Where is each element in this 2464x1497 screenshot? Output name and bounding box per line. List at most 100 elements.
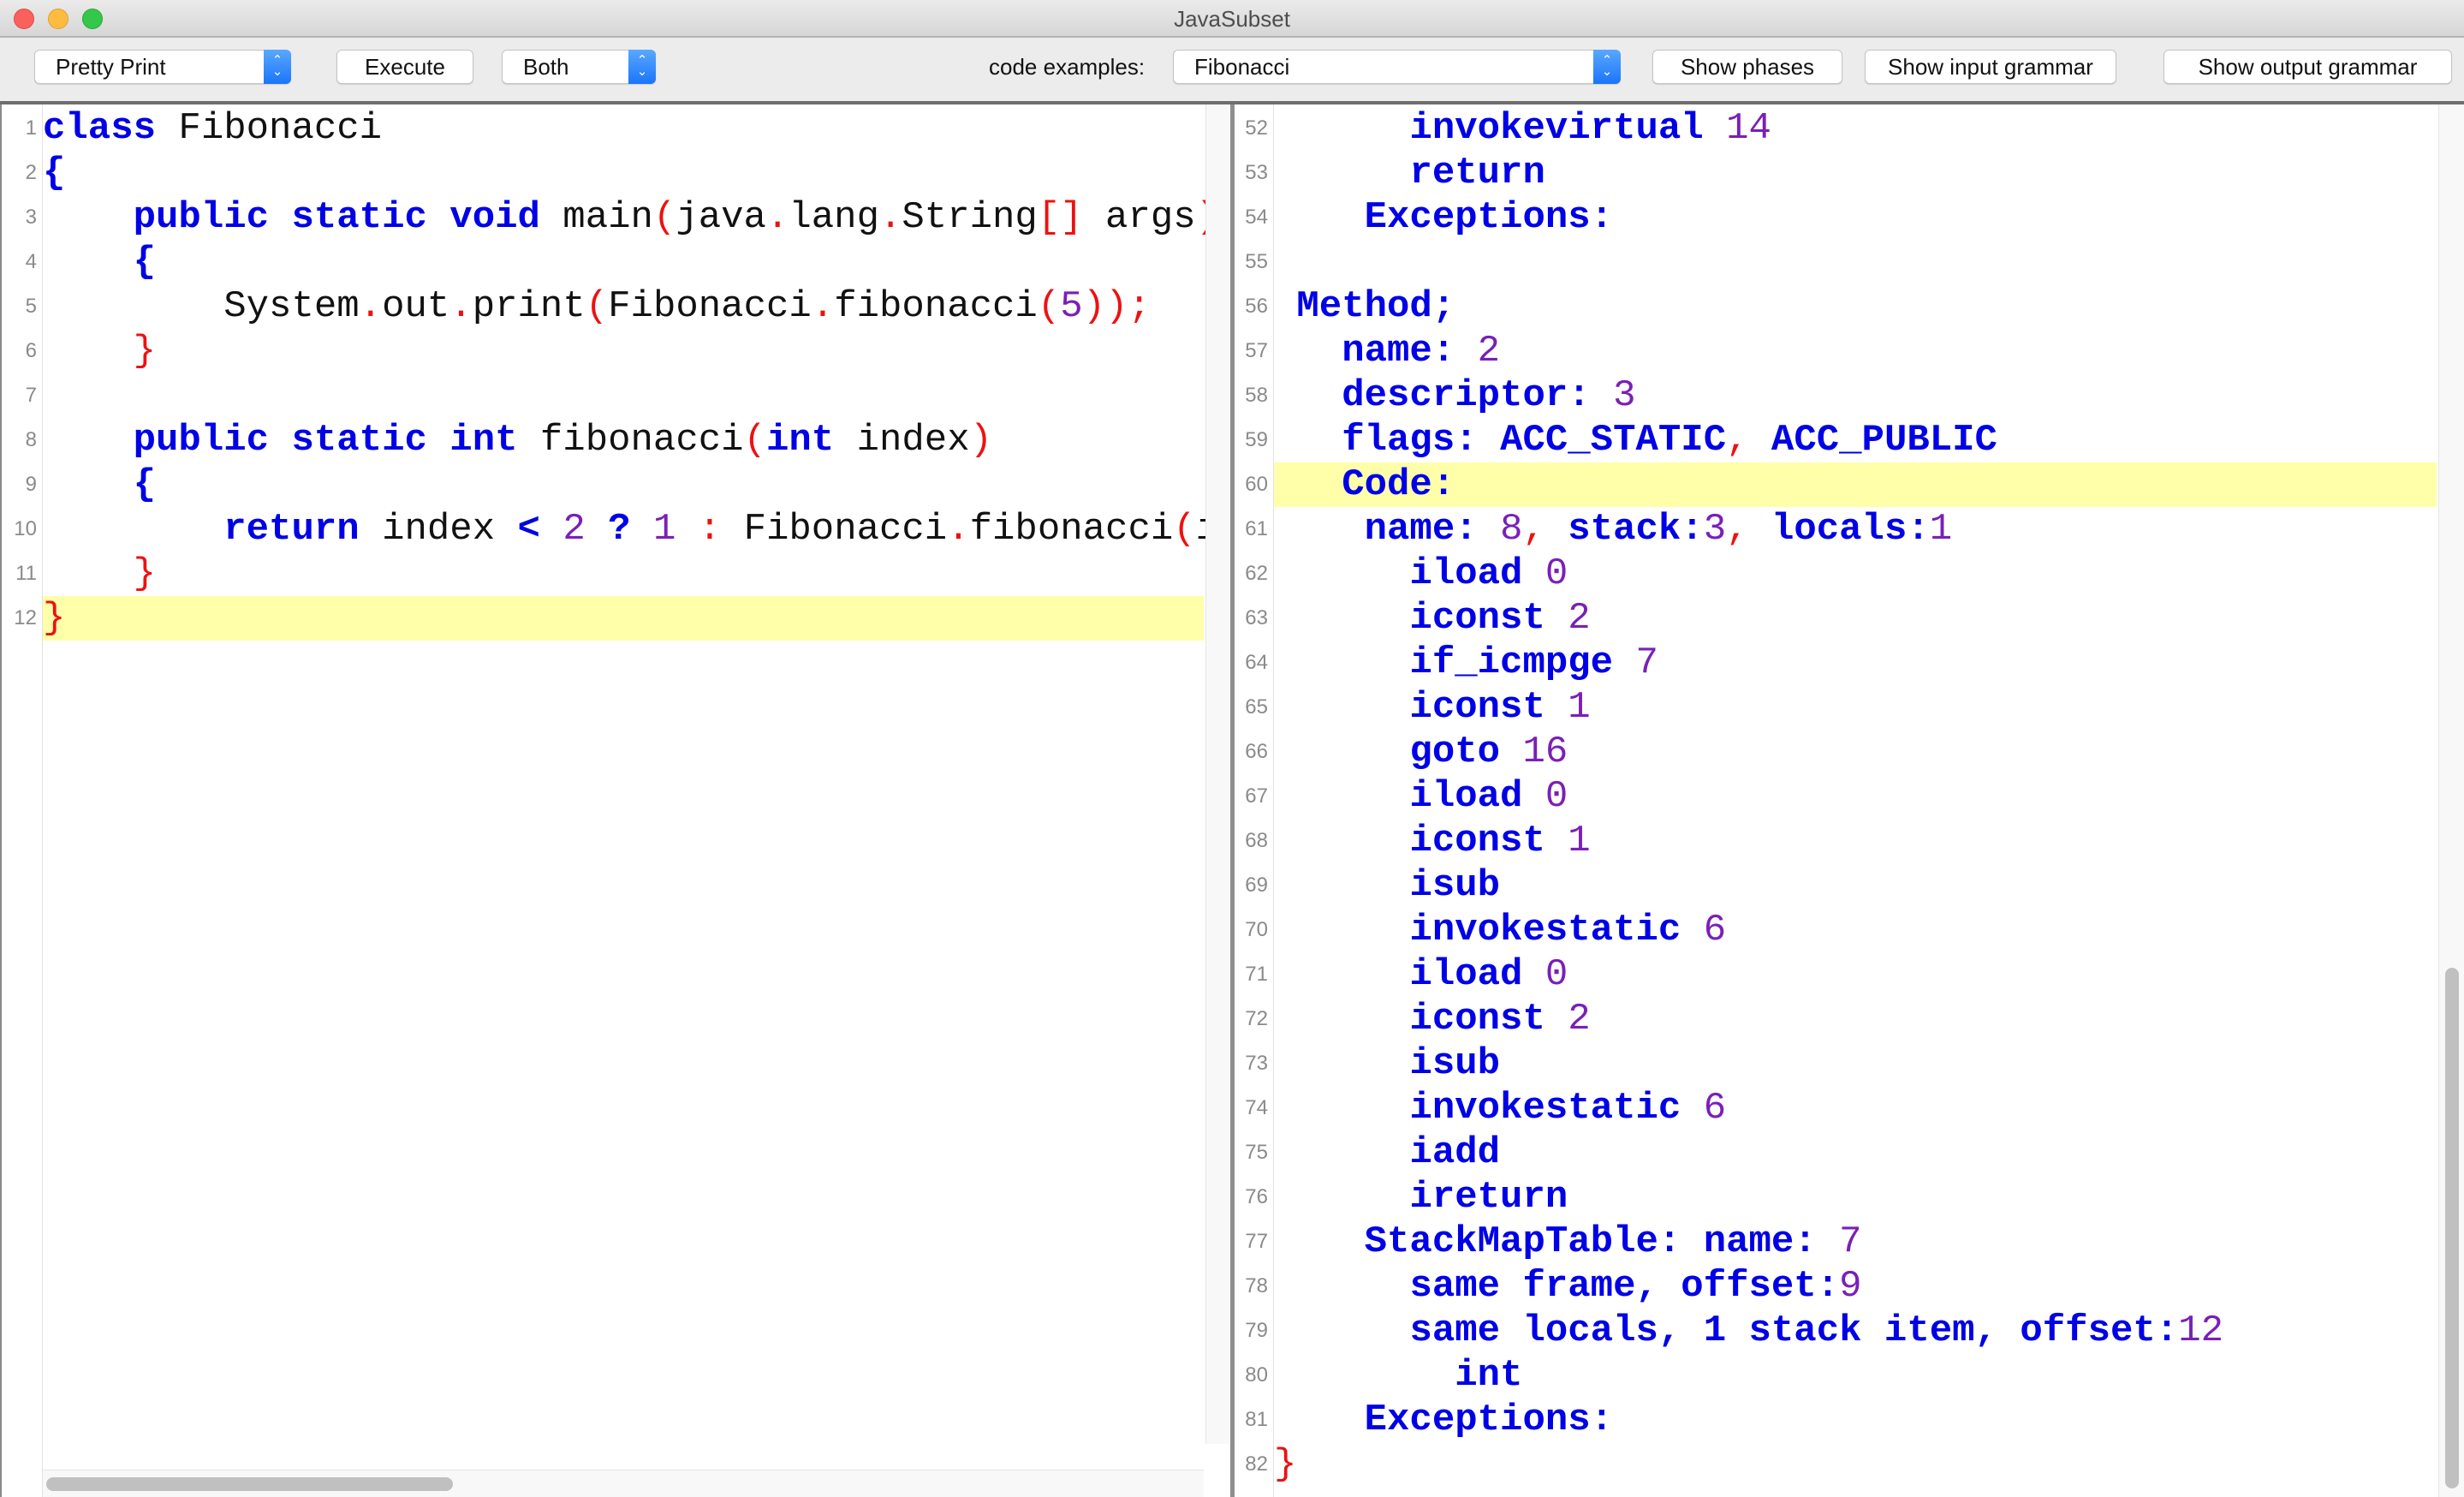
code-line[interactable]: } (43, 552, 1204, 596)
code-line[interactable]: { (43, 462, 1204, 507)
code-line[interactable] (1274, 240, 2437, 284)
code-line[interactable]: Exceptions: (1274, 195, 2437, 240)
code-line[interactable]: System.out.print(Fibonacci.fibonacci(5))… (43, 284, 1204, 329)
code-line[interactable]: same frame, offset:9 (1274, 1264, 2437, 1309)
code-token-num: 2 (1568, 998, 1591, 1041)
code-line[interactable]: invokestatic 6 (1274, 908, 2437, 952)
code-line[interactable]: if_icmpge 7 (1274, 641, 2437, 685)
code-line[interactable]: class Fibonacci (43, 106, 1204, 151)
code-line[interactable]: { (43, 151, 1204, 195)
vertical-scroll-thumb[interactable] (2445, 968, 2459, 1488)
line-number: 55 (1245, 250, 1268, 273)
horizontal-scroll-thumb[interactable] (46, 1477, 454, 1491)
line-number: 8 (25, 428, 37, 451)
code-line[interactable]: { (43, 240, 1204, 284)
code-line[interactable]: iconst 1 (1274, 685, 2437, 730)
code-line[interactable]: isub (1274, 1041, 2437, 1086)
code-line[interactable]: goto 16 (1274, 730, 2437, 774)
code-line[interactable]: } (1274, 1442, 2437, 1487)
code-line[interactable]: flags: ACC_STATIC, ACC_PUBLIC (1274, 418, 2437, 462)
code-line[interactable]: public static int fibonacci(int index) (43, 418, 1204, 462)
code-line[interactable]: return (1274, 151, 2437, 195)
code-line[interactable]: invokestatic 6 (1274, 1086, 2437, 1130)
vertical-scrollbar[interactable] (1205, 104, 1231, 1444)
code-line[interactable]: Exceptions: (1274, 1398, 2437, 1442)
code-line[interactable]: int (1274, 1353, 2437, 1398)
source-code-area[interactable]: class Fibonacci{ public static void main… (43, 104, 1231, 1497)
code-line[interactable]: invokevirtual 14 (1274, 106, 2437, 151)
show-output-grammar-button[interactable]: Show output grammar (2163, 50, 2452, 84)
output-code-area[interactable]: invokevirtual 14 return Exceptions: Meth… (1274, 104, 2437, 1497)
code-line[interactable]: iconst 1 (1274, 819, 2437, 863)
code-token-punct: ( (585, 285, 609, 328)
line-number: 7 (25, 384, 37, 407)
code-line[interactable]: iconst 2 (1274, 596, 2437, 641)
vertical-scrollbar[interactable] (2438, 104, 2464, 1497)
mode-select[interactable]: Pretty Print ⌃ ⌄ (34, 50, 291, 84)
code-line[interactable]: iconst 2 (1274, 997, 2437, 1041)
code-line[interactable]: name: 8, stack:3, locals:1 (1274, 507, 2437, 552)
line-number: 11 (15, 562, 37, 585)
code-examples-value: Fibonacci (1194, 54, 1290, 80)
code-token-kw: iconst (1409, 597, 1545, 640)
code-token-kw: Exceptions: (1364, 1399, 1614, 1441)
source-editor[interactable]: 1 2 3 4 5 6 7 8 9 10 11 12 class Fibonacci{ public … (0, 104, 1231, 1497)
up-down-chevron-icon: ⌃ ⌄ (628, 50, 656, 84)
target-select[interactable]: Both ⌃ ⌄ (502, 50, 656, 84)
line-number: 4 (25, 250, 37, 273)
code-token-kw: stack: (1568, 508, 1704, 551)
output-editor[interactable]: 52 53 54 55 56 57 58 59 60 61 62 63 64 65 66 67 68 69 70 71… (1235, 104, 2464, 1497)
code-line[interactable]: StackMapTable: name: 7 (1274, 1220, 2437, 1264)
code-token-kw: flags: (1342, 419, 1478, 462)
code-token-plain: lang (789, 196, 879, 239)
code-line[interactable]: same locals, 1 stack item, offset:12 (1274, 1309, 2437, 1353)
code-line[interactable]: iload 0 (1274, 952, 2437, 997)
line-number: 77 (1245, 1230, 1268, 1253)
code-line[interactable]: iadd (1274, 1130, 2437, 1175)
code-line[interactable]: Code: (1274, 462, 2437, 507)
code-line[interactable]: isub (1274, 863, 2437, 908)
code-line[interactable]: iload 0 (1274, 774, 2437, 819)
code-line[interactable]: public static void main(java.lang.String… (43, 195, 1218, 240)
code-token-kw: invokevirtual (1409, 107, 1704, 150)
line-number: 56 (1245, 295, 1268, 318)
code-examples-select[interactable]: Fibonacci ⌃ ⌄ (1173, 50, 1621, 84)
code-line[interactable]: return index < 2 ? 1 : Fibonacci.fibonac… (43, 507, 1231, 552)
code-line[interactable]: name: 2 (1274, 329, 2437, 373)
code-line[interactable]: Method; (1274, 284, 2437, 329)
code-token-num: 2 (1568, 597, 1591, 640)
code-line[interactable]: descriptor: 3 (1274, 373, 2437, 418)
code-line[interactable]: ireturn (1274, 1175, 2437, 1220)
code-line[interactable]: } (43, 329, 1204, 373)
code-line[interactable]: } (43, 596, 1204, 641)
code-token-plain: args (1082, 196, 1196, 239)
show-input-grammar-button[interactable]: Show input grammar (1865, 50, 2116, 84)
execute-button[interactable]: Execute (336, 50, 473, 84)
code-token-punct: ( (1173, 508, 1196, 551)
code-token-punct: . (947, 508, 970, 551)
code-line[interactable]: iload 0 (1274, 552, 2437, 596)
code-line[interactable] (43, 373, 1204, 418)
line-number: 76 (1245, 1185, 1268, 1208)
horizontal-scrollbar[interactable] (43, 1470, 1204, 1497)
show-phases-button[interactable]: Show phases (1652, 50, 1842, 84)
code-token-punct: } (1274, 1443, 1297, 1486)
line-number: 73 (1245, 1052, 1268, 1075)
